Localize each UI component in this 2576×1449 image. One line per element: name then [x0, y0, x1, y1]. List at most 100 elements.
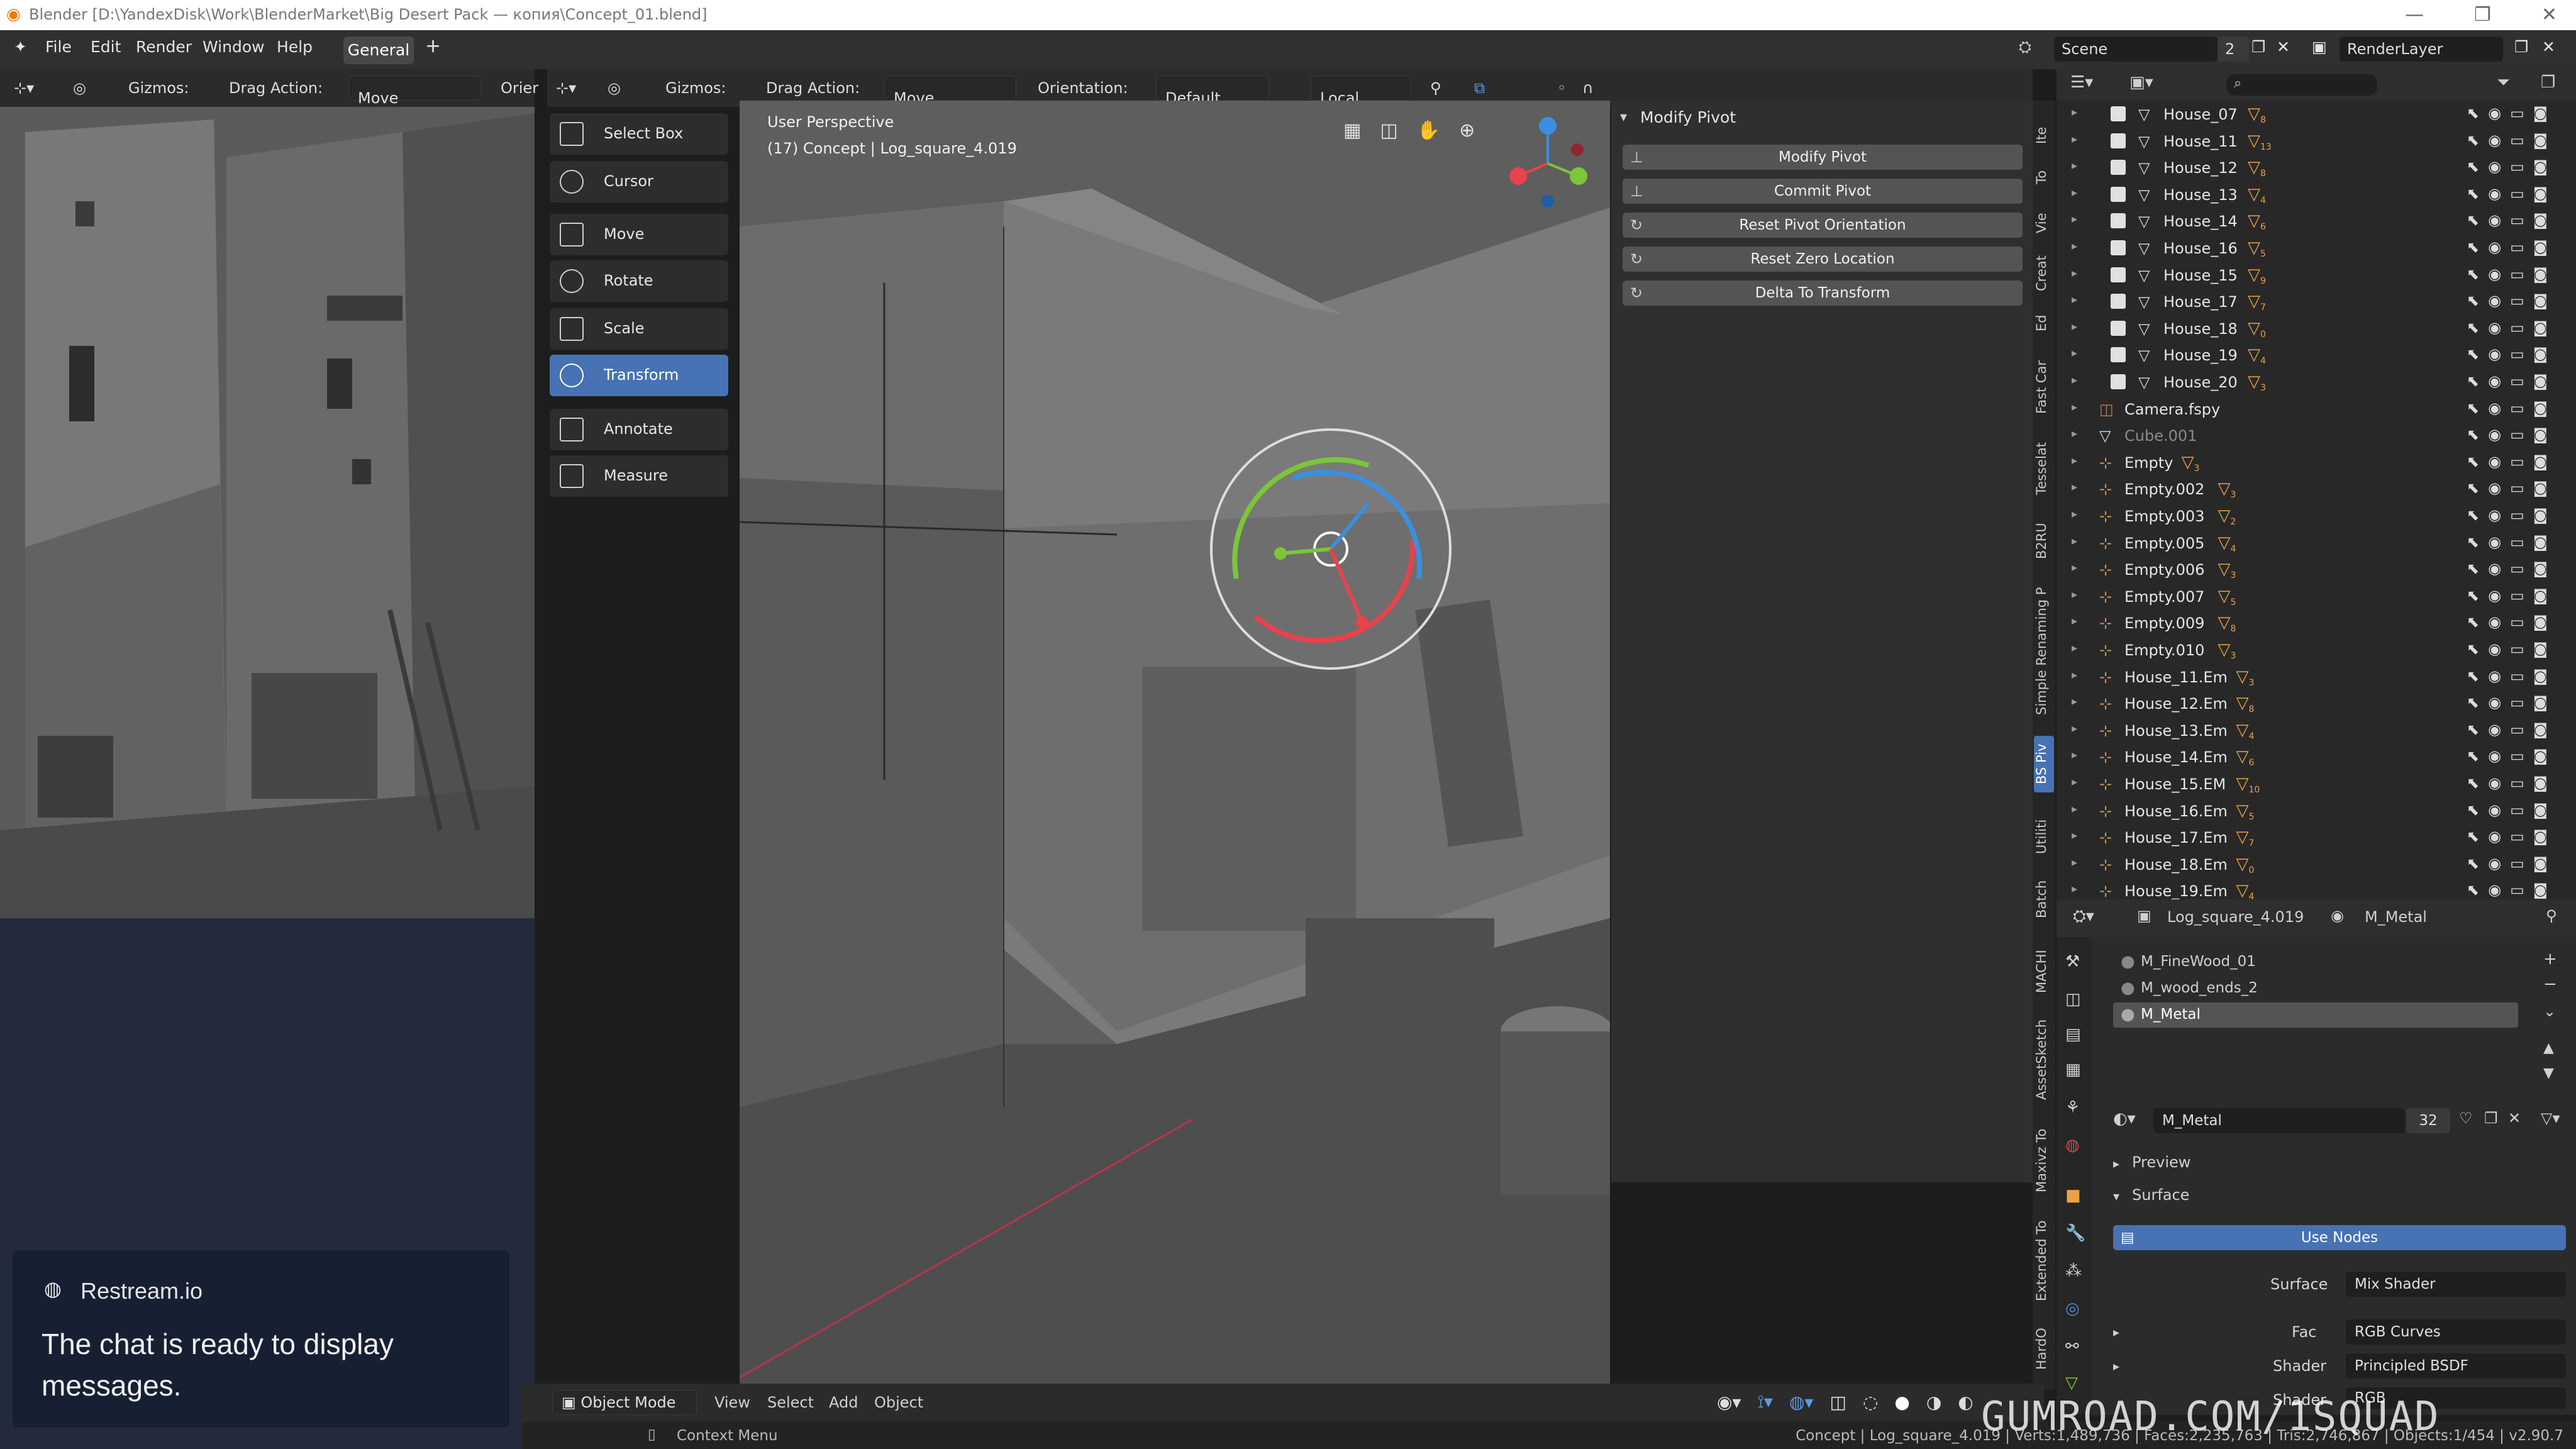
expand-arrow-icon[interactable]: ▸: [2072, 293, 2077, 306]
viewport-toggle-icon[interactable]: ▭: [2510, 185, 2524, 203]
outliner-item-name[interactable]: House_13.Em: [2124, 722, 2228, 740]
properties-editor-icon[interactable]: ⛭▾: [2073, 907, 2094, 926]
tool-select-box[interactable]: Select Box: [550, 113, 728, 155]
expand-arrow-icon[interactable]: ▸: [2072, 186, 2077, 199]
tab-item[interactable]: Ite: [2034, 119, 2054, 151]
select-toggle-icon[interactable]: ⬉: [2467, 560, 2479, 577]
render-camera-icon[interactable]: ◙: [2533, 560, 2548, 577]
shader-expand-icon[interactable]: ▸: [2113, 1358, 2119, 1374]
outliner-row[interactable]: ▸ ⊹ Empty.005 ▽4 ⬉ ◉ ▭ ◙: [2069, 530, 2572, 556]
camera-view-icon[interactable]: ◫: [1380, 119, 1397, 142]
outliner-row[interactable]: ▸ ⊹ House_14.Em ▽6 ⬉ ◉ ▭ ◙: [2069, 743, 2572, 770]
include-checkbox[interactable]: [2111, 347, 2126, 363]
outliner-row[interactable]: ▸ ◫ Camera.fspy ⬉ ◉ ▭ ◙: [2069, 396, 2572, 422]
outliner-item-name[interactable]: House_17: [2163, 293, 2238, 311]
visibility-icon[interactable]: ◉▾: [1717, 1392, 1741, 1413]
viewport-toggle-icon[interactable]: ▭: [2510, 238, 2524, 256]
solid-shading-icon[interactable]: ●: [1894, 1392, 1909, 1413]
tab-fast-carve[interactable]: Fast Car: [2034, 352, 2054, 421]
material-slot-0[interactable]: ● M_FineWood_01: [2113, 950, 2518, 975]
render-camera-icon[interactable]: ◙: [2533, 479, 2548, 497]
fake-user-icon[interactable]: ♡: [2459, 1109, 2473, 1127]
eye-icon[interactable]: ◉: [2488, 881, 2501, 899]
outliner-item-name[interactable]: House_15.EM: [2124, 775, 2226, 793]
outliner-item-name[interactable]: House_18: [2163, 320, 2238, 338]
expand-arrow-icon[interactable]: ▸: [2072, 240, 2077, 253]
viewport-toggle-icon[interactable]: ▭: [2510, 613, 2524, 631]
render-camera-icon[interactable]: ◙: [2533, 881, 2548, 899]
outliner-row[interactable]: ▸ ⊹ Empty.007 ▽5 ⬉ ◉ ▭ ◙: [2069, 583, 2572, 609]
menu-object[interactable]: Object: [874, 1394, 923, 1411]
expand-arrow-icon[interactable]: ▸: [2072, 588, 2077, 601]
select-toggle-icon[interactable]: ⬉: [2467, 211, 2479, 229]
close-button[interactable]: ✕: [2541, 4, 2557, 26]
preview-expand-icon[interactable]: ▸: [2113, 1156, 2119, 1171]
tool-rotate[interactable]: Rotate: [550, 260, 728, 302]
render-camera-icon[interactable]: ◙: [2533, 292, 2548, 309]
minimize-button[interactable]: —: [2405, 4, 2424, 26]
tool-move[interactable]: Move: [550, 214, 728, 255]
outliner-row[interactable]: ▸ ⊹ Empty ▽3 ⬉ ◉ ▭ ◙: [2069, 449, 2572, 475]
expand-arrow-icon[interactable]: ▸: [2072, 829, 2077, 842]
surface-expand-icon[interactable]: ▾: [2113, 1189, 2119, 1204]
outliner-row[interactable]: ▸ ⊹ Empty.002 ▽3 ⬉ ◉ ▭ ◙: [2069, 475, 2572, 502]
view-layer-field[interactable]: RenderLayer: [2340, 36, 2503, 62]
tab-hardops[interactable]: HardO: [2034, 1321, 2054, 1377]
select-toggle-icon[interactable]: ⬉: [2467, 265, 2479, 283]
include-checkbox[interactable]: [2111, 133, 2126, 148]
scene-props-icon[interactable]: ⚘: [2065, 1098, 2080, 1117]
outliner-item-name[interactable]: House_18.Em: [2124, 856, 2228, 874]
outliner-row[interactable]: ▸ ⊹ House_17.Em ▽7 ⬉ ◉ ▭ ◙: [2069, 824, 2572, 850]
eye-icon[interactable]: ◉: [2488, 399, 2501, 417]
constraints-props-icon[interactable]: ⚯: [2065, 1337, 2079, 1356]
viewport-toggle-icon[interactable]: ▭: [2510, 560, 2524, 577]
outliner-item-name[interactable]: House_12: [2163, 159, 2238, 177]
include-checkbox[interactable]: [2111, 160, 2126, 175]
move-up-icon[interactable]: ▲: [2543, 1040, 2554, 1056]
eye-icon[interactable]: ◉: [2488, 694, 2501, 711]
viewport-toggle-icon[interactable]: ▭: [2510, 747, 2524, 765]
expand-arrow-icon[interactable]: ▸: [2072, 454, 2077, 467]
view-layer-props-icon[interactable]: ▦: [2065, 1060, 2081, 1079]
eye-icon[interactable]: ◉: [2488, 506, 2501, 524]
eye-icon[interactable]: ◉: [2488, 774, 2501, 792]
eye-icon[interactable]: ◉: [2488, 747, 2501, 765]
tab-machin3[interactable]: MACHI: [2034, 943, 2054, 1000]
duplicate-material-icon[interactable]: ❐: [2484, 1109, 2498, 1127]
viewport-toggle-icon[interactable]: ▭: [2510, 265, 2524, 283]
outliner-search-input[interactable]: ⌕: [2226, 74, 2377, 96]
outliner-item-name[interactable]: House_19.Em: [2124, 882, 2228, 900]
viewport-toggle-icon[interactable]: ▭: [2510, 506, 2524, 524]
include-checkbox[interactable]: [2111, 374, 2126, 389]
render-camera-icon[interactable]: ◙: [2533, 319, 2548, 336]
tab-batch[interactable]: Batch: [2034, 874, 2054, 924]
menu-render[interactable]: Render: [136, 38, 192, 56]
tab-tesselate[interactable]: Tesselat: [2034, 434, 2054, 503]
outliner-row[interactable]: ▸ ▽ House_15 ▽9 ⬉ ◉ ▭ ◙: [2069, 262, 2572, 288]
move-down-icon[interactable]: ▼: [2543, 1065, 2554, 1081]
render-camera-icon[interactable]: ◙: [2533, 158, 2548, 175]
outliner-item-name[interactable]: Empty.006: [2124, 561, 2204, 579]
select-toggle-icon[interactable]: ⬉: [2467, 613, 2479, 631]
tool-props-icon[interactable]: ⚒: [2065, 952, 2080, 971]
delete-scene-icon[interactable]: ✕: [2277, 38, 2290, 56]
rendered-shading-icon[interactable]: ◐: [1958, 1392, 1973, 1413]
render-camera-icon[interactable]: ◙: [2533, 185, 2548, 203]
data-props-icon[interactable]: ▽: [2065, 1374, 2078, 1392]
outliner-item-name[interactable]: Empty.005: [2124, 535, 2204, 552]
eye-icon[interactable]: ◉: [2488, 131, 2501, 149]
tab-asset-sketcher[interactable]: AssetSketch: [2034, 1013, 2054, 1107]
expand-arrow-icon[interactable]: ▸: [2072, 320, 2077, 333]
select-toggle-icon[interactable]: ⬉: [2467, 345, 2479, 363]
render-camera-icon[interactable]: ◙: [2533, 399, 2548, 417]
tool-scale[interactable]: Scale: [550, 308, 728, 350]
menu-help[interactable]: Help: [277, 38, 313, 56]
eye-icon[interactable]: ◉: [2488, 667, 2501, 685]
viewport-toggle-icon[interactable]: ▭: [2510, 774, 2524, 792]
main-3d-viewport[interactable]: User Perspective (17) Concept | Log_squa…: [740, 101, 1610, 1390]
outliner-item-name[interactable]: House_19: [2163, 347, 2238, 364]
select-toggle-icon[interactable]: ⬉: [2467, 828, 2479, 845]
scene-field[interactable]: Scene: [2054, 36, 2218, 62]
select-toggle-icon[interactable]: ⬉: [2467, 774, 2479, 792]
viewport-toggle-icon[interactable]: ▭: [2510, 104, 2524, 122]
